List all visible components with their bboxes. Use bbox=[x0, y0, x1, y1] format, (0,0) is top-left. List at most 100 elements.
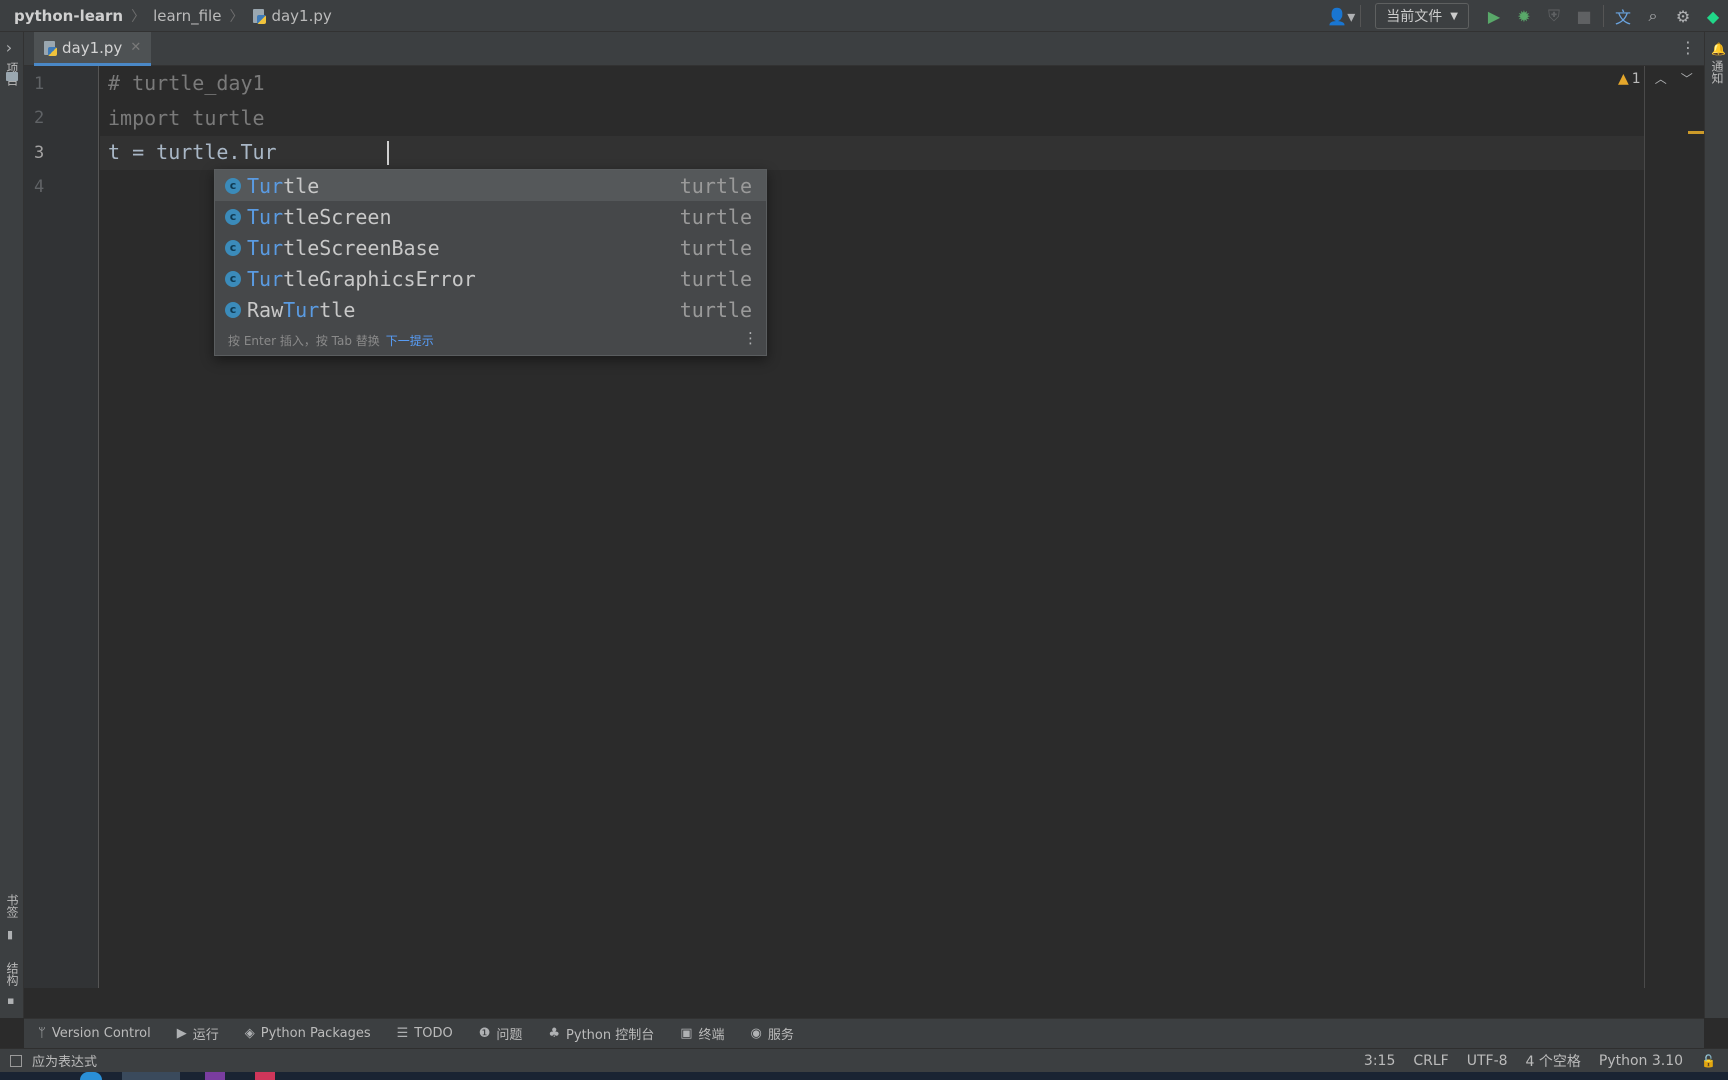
toolwindow-problems[interactable]: ❶ 问题 bbox=[479, 1024, 523, 1043]
completion-type: turtle bbox=[679, 235, 752, 260]
completion-match: Tur bbox=[247, 204, 284, 229]
translate-icon[interactable]: 文 bbox=[1608, 1, 1638, 31]
breadcrumb-folder[interactable]: learn_file bbox=[153, 7, 221, 25]
next-tip-link[interactable]: 下一提示 bbox=[386, 332, 434, 349]
completion-match: Tur bbox=[247, 235, 284, 260]
class-icon: c bbox=[225, 208, 241, 225]
completion-name: TurtleScreen bbox=[247, 205, 392, 229]
jetbrains-logo-icon[interactable]: ◆ bbox=[1698, 1, 1728, 31]
code-line-comment: # turtle_day1 bbox=[108, 71, 265, 95]
run-icon: ▶ bbox=[176, 1026, 187, 1041]
completion-name: RawTurtle bbox=[247, 298, 355, 322]
user-icon[interactable]: 👤▾ bbox=[1326, 1, 1356, 31]
completion-item[interactable]: c TurtleGraphicsError turtle bbox=[215, 263, 766, 294]
toolwindow-services[interactable]: ◉ 服务 bbox=[751, 1024, 794, 1043]
completion-match: Tur bbox=[247, 173, 284, 198]
completion-name: Turtle bbox=[247, 174, 319, 198]
taskbar-app-icon[interactable] bbox=[205, 1072, 225, 1080]
lock-icon[interactable]: 🔓 bbox=[1701, 1054, 1716, 1068]
toolwindow-version-control[interactable]: ᛘ Version Control bbox=[38, 1026, 151, 1041]
taskbar-app-icon[interactable] bbox=[255, 1072, 275, 1080]
right-tool-strip: 🔔 通知 bbox=[1704, 32, 1728, 1018]
run-icon[interactable]: ▶ bbox=[1479, 1, 1509, 31]
python-interpreter[interactable]: Python 3.10 bbox=[1599, 1053, 1683, 1069]
completion-rest: tleGraphicsError bbox=[283, 266, 476, 291]
more-vertical-icon[interactable]: ⋮ bbox=[1678, 38, 1698, 58]
completion-type: turtle bbox=[679, 173, 752, 198]
more-vertical-icon[interactable]: ⋮ bbox=[743, 329, 758, 347]
completion-item[interactable]: c RawTurtle turtle bbox=[215, 294, 766, 325]
gear-icon[interactable]: ⚙ bbox=[1668, 1, 1698, 31]
right-margin-guide bbox=[1644, 66, 1645, 988]
line-ending[interactable]: CRLF bbox=[1413, 1053, 1448, 1069]
class-icon: c bbox=[225, 301, 241, 318]
folder-icon[interactable] bbox=[6, 72, 18, 81]
structure-tool-label[interactable]: 结构 bbox=[4, 962, 21, 986]
tab-day1-py[interactable]: day1.py ✕ bbox=[34, 32, 152, 66]
bell-icon[interactable]: 🔔 bbox=[1711, 42, 1726, 56]
toolbar-divider bbox=[1360, 5, 1362, 27]
bookmarks-tool-label[interactable]: 书签 bbox=[4, 894, 21, 918]
status-bar: 应为表达式 3:15 CRLF UTF-8 4 个空格 Python 3.10 … bbox=[0, 1048, 1728, 1072]
chevron-up-icon[interactable]: ︿ bbox=[1655, 70, 1667, 87]
completion-item-selected[interactable]: c Turtle turtle bbox=[215, 170, 766, 201]
toolwindow-label: 运行 bbox=[192, 1028, 219, 1043]
taskbar-app-icon[interactable] bbox=[80, 1072, 102, 1080]
status-message: 应为表达式 bbox=[32, 1055, 98, 1070]
chevron-down-icon[interactable]: ﹀ bbox=[1681, 70, 1693, 87]
line-number-gutter: 1 2 3 4 bbox=[24, 66, 99, 988]
completion-rest: tle bbox=[283, 173, 320, 198]
file-encoding[interactable]: UTF-8 bbox=[1467, 1053, 1508, 1069]
current-line-highlight bbox=[100, 136, 1644, 170]
breadcrumb-project[interactable]: python-learn bbox=[14, 7, 123, 25]
taskbar-active-app[interactable] bbox=[122, 1072, 180, 1080]
class-icon: c bbox=[225, 239, 241, 256]
warning-count: 1 bbox=[1631, 70, 1641, 87]
run-configuration-select[interactable]: 当前文件 ▼ bbox=[1375, 3, 1469, 29]
chevron-right-icon[interactable]: › bbox=[0, 32, 21, 62]
main-toolbar: 👤▾ 当前文件 ▼ ▶ ✹ ⛨ ■ 文 ⌕ ⚙ ◆ bbox=[1326, 0, 1728, 32]
inspection-widget[interactable]: ▲ 1 ︿ ﹀ bbox=[1618, 70, 1693, 87]
notifications-tool-label[interactable]: 通知 bbox=[1709, 60, 1726, 84]
coverage-icon[interactable]: ⛨ bbox=[1539, 1, 1569, 31]
bookmark-icon[interactable]: ▮ bbox=[7, 928, 13, 941]
indent-setting[interactable]: 4 个空格 bbox=[1526, 1051, 1581, 1071]
line-number: 1 bbox=[34, 74, 45, 94]
toolwindow-python-console[interactable]: ♣ Python 控制台 bbox=[548, 1024, 654, 1043]
toolwindow-todo[interactable]: ☰ TODO bbox=[397, 1026, 453, 1041]
python-icon: ♣ bbox=[548, 1026, 561, 1041]
toolwindow-python-packages[interactable]: ◈ Python Packages bbox=[245, 1026, 371, 1041]
tool-window-bar: ᛘ Version Control ▶ 运行 ◈ Python Packages… bbox=[24, 1018, 1704, 1048]
toolwindow-run[interactable]: ▶ 运行 bbox=[177, 1024, 219, 1043]
warning-stripe-marker[interactable] bbox=[1688, 131, 1704, 134]
completion-hint: 按 Enter 插入，按 Tab 替换 bbox=[228, 333, 380, 348]
completion-item[interactable]: c TurtleScreenBase turtle bbox=[215, 232, 766, 263]
code-line-import: import turtle bbox=[108, 106, 265, 130]
close-icon[interactable]: ✕ bbox=[130, 40, 141, 55]
completion-type: turtle bbox=[679, 204, 752, 229]
debug-icon[interactable]: ✹ bbox=[1509, 1, 1539, 31]
caret-position[interactable]: 3:15 bbox=[1364, 1053, 1395, 1069]
line-number: 4 bbox=[34, 177, 45, 197]
completion-rest: tleScreen bbox=[283, 204, 392, 229]
class-icon: c bbox=[225, 177, 241, 194]
search-icon[interactable]: ⌕ bbox=[1638, 1, 1668, 31]
navigation-bar: python-learn 〉 learn_file 〉 day1.py 👤▾ 当… bbox=[0, 0, 1728, 32]
window-toggle-icon[interactable] bbox=[10, 1054, 22, 1067]
breadcrumb: python-learn 〉 learn_file 〉 day1.py bbox=[14, 0, 332, 32]
toolwindow-label: Version Control bbox=[51, 1026, 151, 1041]
completion-prefix: Raw bbox=[247, 297, 284, 322]
completion-item[interactable]: c TurtleScreen turtle bbox=[215, 201, 766, 232]
breadcrumb-file[interactable]: day1.py bbox=[271, 7, 331, 25]
toolwindow-terminal[interactable]: ▣ 终端 bbox=[680, 1024, 724, 1043]
python-file-icon bbox=[42, 40, 58, 56]
layers-icon: ◈ bbox=[244, 1026, 255, 1041]
os-taskbar bbox=[0, 1072, 1728, 1080]
completion-footer: 按 Enter 插入，按 Tab 替换 下一提示 ⋮ bbox=[215, 325, 766, 355]
editor-tab-bar: day1.py ✕ ⋮ bbox=[24, 32, 1704, 66]
structure-icon[interactable]: ▪ bbox=[7, 994, 14, 1007]
stop-icon[interactable]: ■ bbox=[1569, 1, 1599, 31]
toolwindow-label: 终端 bbox=[698, 1028, 725, 1043]
code-completion-popup: c Turtle turtle c TurtleScreen turtle c … bbox=[214, 169, 767, 356]
line-number: 2 bbox=[34, 108, 45, 128]
